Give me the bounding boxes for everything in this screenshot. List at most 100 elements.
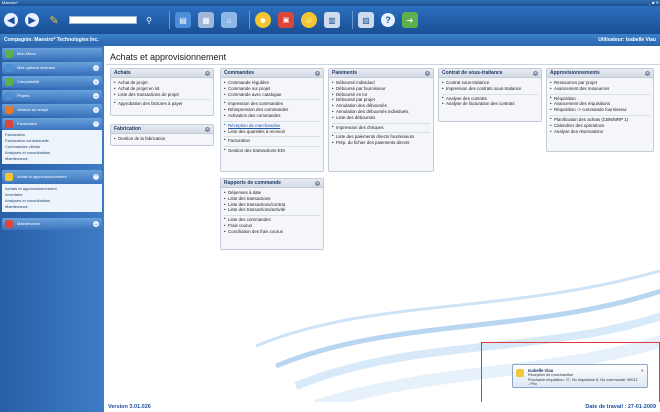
panel-title-text: Commandes: [224, 70, 255, 76]
menu-link[interactable]: Liste des déboursés: [332, 115, 430, 121]
menu-link[interactable]: Activation des commandes: [224, 113, 320, 119]
forward-icon[interactable]: ▶: [25, 13, 39, 27]
facturation-submenu: Facturation Facturation contractuelle Co…: [2, 130, 102, 164]
close-icon[interactable]: ✕: [205, 127, 210, 132]
close-icon[interactable]: ✕: [315, 181, 320, 186]
package-icon: [516, 369, 524, 377]
chevron-down-icon[interactable]: ⌄: [93, 221, 99, 227]
close-icon[interactable]: ✕: [641, 368, 644, 373]
close-icon[interactable]: ✕: [645, 71, 650, 76]
chevron-down-icon[interactable]: ⌄: [93, 79, 99, 85]
panel-approvisionnements: Approvisionnements ✕ Ressources par proj…: [546, 68, 654, 152]
calculator-icon[interactable]: ▦: [198, 12, 214, 28]
menu-link[interactable]: Analyse de facturation des contrats: [442, 101, 538, 107]
menu-link[interactable]: Avancement des ressources: [550, 86, 650, 92]
sidebar-item-maintenance[interactable]: Maintenance ⌄: [2, 218, 102, 230]
home-icon[interactable]: ⌂: [221, 12, 237, 28]
menu-link[interactable]: Impression des commandes: [224, 99, 320, 107]
menu-link[interactable]: Liste des quantités à recevoir: [224, 129, 320, 135]
notification-subject: Réception de marchandise: [528, 373, 574, 377]
menu-link[interactable]: Impression des contrats sous-traitance: [442, 86, 538, 92]
menu-link[interactable]: Conciliation des frais courus: [224, 229, 320, 235]
users-icon[interactable]: ☻: [255, 12, 271, 28]
menu-link[interactable]: Approbation des factures à payer: [114, 99, 210, 107]
panel-fabrication: Fabrication ✕ Gestion de la fabrication: [110, 124, 214, 146]
notification-toast[interactable]: Isabelle Viau Réception de marchandise P…: [512, 364, 648, 388]
sidebar-item-comptabilite[interactable]: Comptabilité ⌄: [2, 76, 102, 88]
sidebar-item-facturation[interactable]: Facturation ⌃: [2, 118, 102, 130]
chevron-down-icon[interactable]: ⌄: [93, 65, 99, 71]
menu-link[interactable]: Analyse des contrats: [442, 93, 538, 102]
users-group-icon[interactable]: ☺: [301, 12, 317, 28]
menu-link[interactable]: Planification des achats (CBN/MRP 1): [550, 114, 650, 123]
menu-link[interactable]: Réquisition -> commande fournisseur: [550, 107, 650, 113]
page-title: Achats et approvisionnement: [110, 52, 227, 62]
close-icon[interactable]: ✕: [205, 71, 210, 76]
menu-link[interactable]: Gestion des transactions EDI: [224, 146, 320, 154]
chevron-up-icon[interactable]: ⌃: [93, 174, 99, 180]
toolbar: ◀ ▶ ✎ ⚲ ▤ ▦ ⌂ ☻ ▣ ☺ ▥ ▨ ? ➜: [0, 6, 660, 34]
sidebar-item-label: Maintenance: [17, 221, 40, 226]
menu-link[interactable]: Liste des transactions/activité: [224, 207, 320, 213]
broom-icon[interactable]: ✎: [46, 12, 62, 28]
panel-title-text: Paiements: [332, 70, 358, 76]
submenu-item[interactable]: Maintenance: [5, 204, 99, 210]
menu-link[interactable]: Facturation: [224, 136, 320, 144]
window-title: Maestro*: [2, 0, 19, 5]
toolbar-separator: [169, 11, 170, 29]
title-divider: [106, 64, 660, 65]
clock-icon: [5, 106, 13, 114]
chevron-down-icon[interactable]: ⌄: [93, 93, 99, 99]
search-input[interactable]: [69, 16, 137, 24]
close-icon[interactable]: ✕: [425, 71, 430, 76]
back-icon[interactable]: ◀: [4, 13, 18, 27]
panel-contrat-sous-traitance: Contrat de sous-traitance ✕ Contrat sous…: [438, 68, 542, 122]
report-icon[interactable]: ▤: [175, 12, 191, 28]
panel-rapports-commande: Rapports de commande ✕ Dépenses à date L…: [220, 178, 324, 250]
document-icon[interactable]: ▥: [324, 12, 340, 28]
panel-title-text: Achats: [114, 70, 131, 76]
panel-achats: Achats ✕ Achat de projet Achat de projet…: [110, 68, 214, 116]
menu-link[interactable]: Prép. du fichier des paiements directs: [332, 140, 430, 146]
achats-submenu: Achats et approvisionnement Inventaire A…: [2, 184, 102, 212]
toolbar-separator: [352, 11, 353, 29]
menu-link[interactable]: Commande avec catalogue: [224, 92, 320, 98]
star-icon: [5, 50, 13, 58]
sidebar-item-label: Projets: [17, 93, 30, 98]
menu-link[interactable]: Liste des commandes: [224, 215, 320, 223]
sidebar-item-label: Comptabilité: [17, 79, 40, 84]
submenu-item[interactable]: Maintenance: [5, 156, 99, 162]
panel-title: Approvisionnements ✕: [547, 69, 653, 78]
menu-link[interactable]: Liste des transactions de projet: [114, 92, 210, 98]
exit-icon[interactable]: ➜: [402, 12, 418, 28]
sidebar-item-mon-menu[interactable]: Mon Menu: [2, 48, 102, 60]
chevron-down-icon[interactable]: ⌄: [93, 107, 99, 113]
menu-link[interactable]: Gestion de la fabrication: [114, 136, 210, 142]
panel-title: Paiements ✕: [329, 69, 433, 78]
sidebar-item-achats[interactable]: Achat et approvisionnement ⌃: [2, 170, 102, 184]
menu-link[interactable]: Liste des paiements directs fournisseurs: [332, 132, 430, 140]
menu-link[interactable]: Analyse des réservations: [550, 129, 650, 135]
status-bar: Version 3.01.026 Date de travail : 27-01…: [106, 402, 660, 412]
panel-paiements: Paiements ✕ Déboursé individuel Déboursé…: [328, 68, 434, 172]
sidebar-item-gestion-temps[interactable]: Gestion du temps ⌄: [2, 104, 102, 116]
panel-title: Commandes ✕: [221, 69, 323, 78]
close-icon[interactable]: ✕: [533, 71, 538, 76]
panel-title: Rapports de commande ✕: [221, 179, 323, 188]
sidebar-item-label: Gestion du temps: [17, 107, 49, 112]
calendar-icon[interactable]: ▣: [278, 12, 294, 28]
chevron-up-icon[interactable]: ⌃: [93, 121, 99, 127]
sidebar-item-label: Achat et approvisionnement: [17, 174, 67, 179]
company-name: Compagnie: Maestro* Technologies Inc.: [4, 37, 99, 43]
menu-link[interactable]: Réquisition: [550, 93, 650, 102]
close-icon[interactable]: ✕: [315, 71, 320, 76]
chart-icon[interactable]: ▨: [358, 12, 374, 28]
menu-link[interactable]: Impression des chèques: [332, 122, 430, 131]
menu-link[interactable]: Réception de marchandise: [224, 120, 320, 129]
sidebar-item-recent[interactable]: Mes options récentes ⌄: [2, 62, 102, 74]
sidebar-item-projets[interactable]: Projets ⌄: [2, 90, 102, 102]
binoculars-icon[interactable]: ⚲: [141, 12, 157, 28]
help-icon[interactable]: ?: [381, 13, 395, 27]
sidebar-item-label: Mes options récentes: [17, 65, 56, 70]
box-icon: [5, 173, 13, 181]
